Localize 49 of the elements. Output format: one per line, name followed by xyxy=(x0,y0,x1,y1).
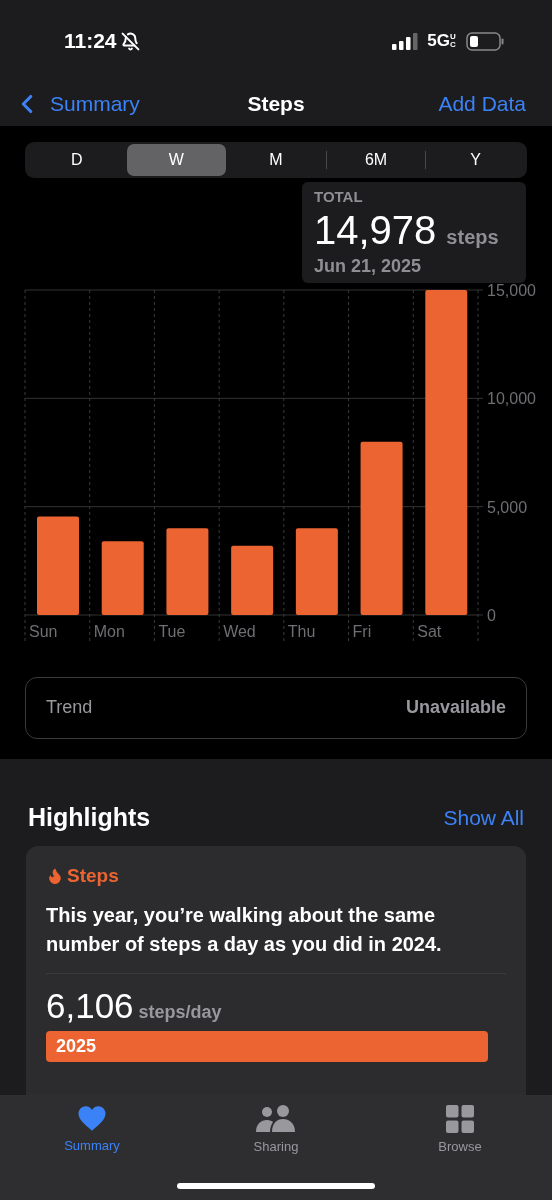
period-tab[interactable]: D xyxy=(27,144,127,176)
page-title: Steps xyxy=(247,91,305,118)
battery-icon xyxy=(466,31,504,51)
network-label: 5G xyxy=(427,30,450,53)
bar[interactable] xyxy=(295,527,338,615)
bar[interactable] xyxy=(37,515,79,615)
show-all-link[interactable]: Show All xyxy=(443,801,524,833)
x-tick-label: Thu xyxy=(287,622,316,640)
section-heading: Highlights xyxy=(28,801,151,833)
tooltip-value: 14,978 xyxy=(314,209,437,250)
period-tab[interactable]: 6M xyxy=(326,144,426,176)
bar[interactable] xyxy=(360,441,403,615)
tooltip-label: TOTAL xyxy=(314,187,364,207)
bar[interactable] xyxy=(231,545,274,615)
x-tick-label: Tue xyxy=(158,622,186,640)
trend-value: Unavailable xyxy=(405,696,506,719)
x-tick-label: Fri xyxy=(352,622,372,640)
x-tick-label: Wed xyxy=(223,622,256,640)
period-tab[interactable]: W xyxy=(126,144,227,176)
card-category: Steps xyxy=(67,864,119,888)
y-tick-label: 10,000 xyxy=(487,389,536,407)
bar[interactable] xyxy=(101,540,144,615)
signal-icon xyxy=(392,32,420,50)
year-label: 2025 xyxy=(56,1034,97,1058)
bar[interactable] xyxy=(425,289,468,615)
x-tick-label: Sun xyxy=(29,622,58,640)
y-tick-label: 15,000 xyxy=(487,282,536,299)
stat-unit: steps/day xyxy=(138,1002,222,1021)
flame-icon xyxy=(46,867,64,886)
status-time: 11:24 xyxy=(64,28,117,55)
tooltip-date: Jun 21, 2025 xyxy=(314,254,423,278)
highlight-text: This year, you’re walking about the same number of steps a day as you did in 2024. xyxy=(46,902,443,957)
x-tick-label: Sat xyxy=(417,622,442,640)
tooltip-unit: steps xyxy=(446,226,499,247)
trend-card[interactable]: Trend Unavailable xyxy=(25,676,527,739)
trend-label: Trend xyxy=(46,696,93,719)
people-icon xyxy=(256,1105,296,1133)
bar[interactable] xyxy=(166,527,209,615)
period-tab[interactable]: Y xyxy=(426,144,525,176)
stat-value: 6,106 xyxy=(46,987,134,1023)
network-sub-label: UC xyxy=(450,33,457,49)
add-data-button[interactable]: Add Data xyxy=(438,88,526,120)
heart-icon xyxy=(77,1105,107,1132)
y-tick-label: 5,000 xyxy=(487,498,528,516)
x-tick-label: Mon xyxy=(93,622,125,640)
back-button[interactable]: Summary xyxy=(14,88,140,120)
period-tab[interactable]: M xyxy=(226,144,326,176)
grid-icon xyxy=(446,1105,474,1133)
y-tick-label: 0 xyxy=(487,606,496,624)
